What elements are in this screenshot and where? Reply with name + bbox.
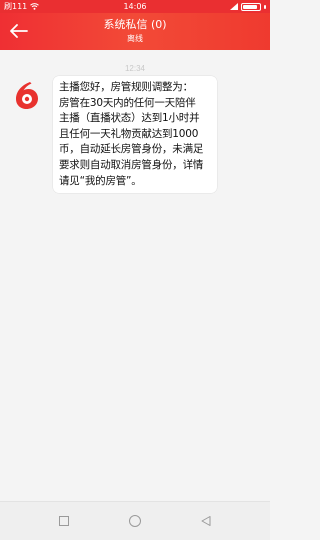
- back-triangle-icon: [201, 516, 211, 526]
- status-right: [230, 0, 266, 13]
- back-nav-button[interactable]: [196, 511, 216, 531]
- battery-icon: [241, 2, 261, 11]
- page-title: 系统私信 (0): [103, 18, 167, 31]
- page-subtitle: 离线: [127, 34, 143, 43]
- recent-apps-button[interactable]: [54, 511, 74, 531]
- message-line: 币，自动延长房管身份，未满足: [59, 143, 204, 156]
- battery-tip: [264, 4, 266, 9]
- screen: 刷111 14:06 系统私信 (0) 离线 12:34 主播您好，房管规则调整…: [0, 0, 270, 540]
- message-line: 房管在30天内的任何一天陪伴: [59, 96, 196, 109]
- home-button[interactable]: [125, 511, 145, 531]
- recent-apps-icon: [59, 516, 69, 526]
- status-bar: 刷111 14:06: [0, 0, 270, 13]
- message-line: 且任何一天礼物贡献达到1000: [59, 127, 199, 140]
- message-timestamp: 12:34: [124, 64, 146, 73]
- system-nav-bar: [0, 501, 270, 540]
- avatar[interactable]: [12, 80, 42, 110]
- message-line: 主播您好，房管规则调整为：: [59, 81, 193, 93]
- message-line: 要求则自动取消房管身份，详情: [59, 158, 204, 171]
- home-icon: [129, 515, 141, 527]
- message-line: 请见“我的房管”。: [59, 174, 142, 187]
- message-line: 主播（直播状态）达到1小时并: [59, 112, 200, 125]
- signal-icon: [230, 3, 238, 10]
- 6-logo-icon: [16, 82, 38, 109]
- message-bubble: 主播您好，房管规则调整为： 房管在30天内的任何一天陪伴 主播（直播状态）达到1…: [53, 76, 217, 194]
- header: 系统私信 (0) 离线: [0, 13, 270, 50]
